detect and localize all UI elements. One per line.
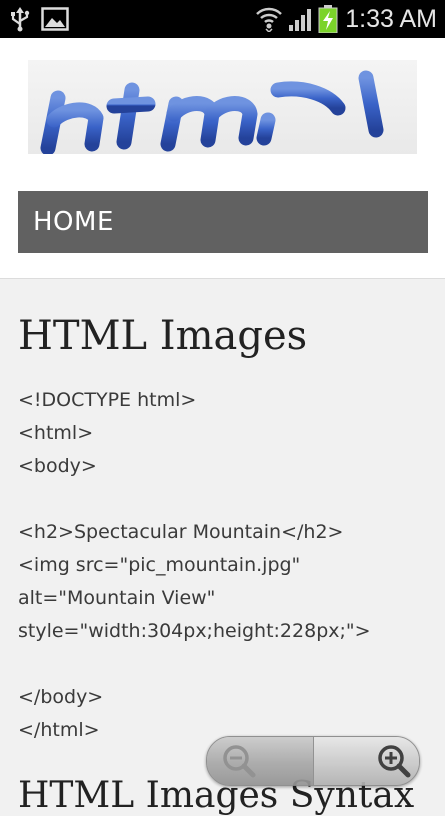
html-logo[interactable] <box>28 60 417 154</box>
code-line: style="width:304px;height:228px;"> <box>18 620 371 642</box>
nav-bar: HOME <box>18 191 428 253</box>
zoom-in-icon <box>378 745 411 778</box>
site-header: HOME <box>0 38 445 279</box>
code-line: alt="Mountain View" <box>18 587 216 609</box>
code-line: <!DOCTYPE html> <box>18 389 197 411</box>
battery-charging-icon <box>318 5 338 37</box>
code-line: <h2>Spectacular Mountain</h2> <box>18 521 344 543</box>
zoom-out-button[interactable] <box>207 737 313 785</box>
code-example: <!DOCTYPE html> <html> <body> <h2>Specta… <box>18 384 433 747</box>
usb-icon <box>8 6 32 36</box>
wifi-icon <box>255 4 283 36</box>
code-line: </body> <box>18 686 104 708</box>
nav-home-link[interactable]: HOME <box>33 191 114 253</box>
image-icon <box>41 6 69 36</box>
code-line: <html> <box>18 422 94 444</box>
code-line: <img src="pic_mountain.jpg" <box>18 554 301 576</box>
zoom-controls <box>206 736 420 786</box>
main-content: HTML Images <!DOCTYPE html> <html> <body… <box>18 306 433 747</box>
zoom-out-icon <box>223 745 256 778</box>
code-line: <body> <box>18 455 97 477</box>
signal-icon <box>288 6 316 36</box>
status-time: 1:33 AM <box>345 5 437 33</box>
status-bar: 1:33 AM <box>0 0 445 38</box>
zoom-in-button[interactable] <box>313 737 419 785</box>
page-title: HTML Images <box>18 313 308 359</box>
